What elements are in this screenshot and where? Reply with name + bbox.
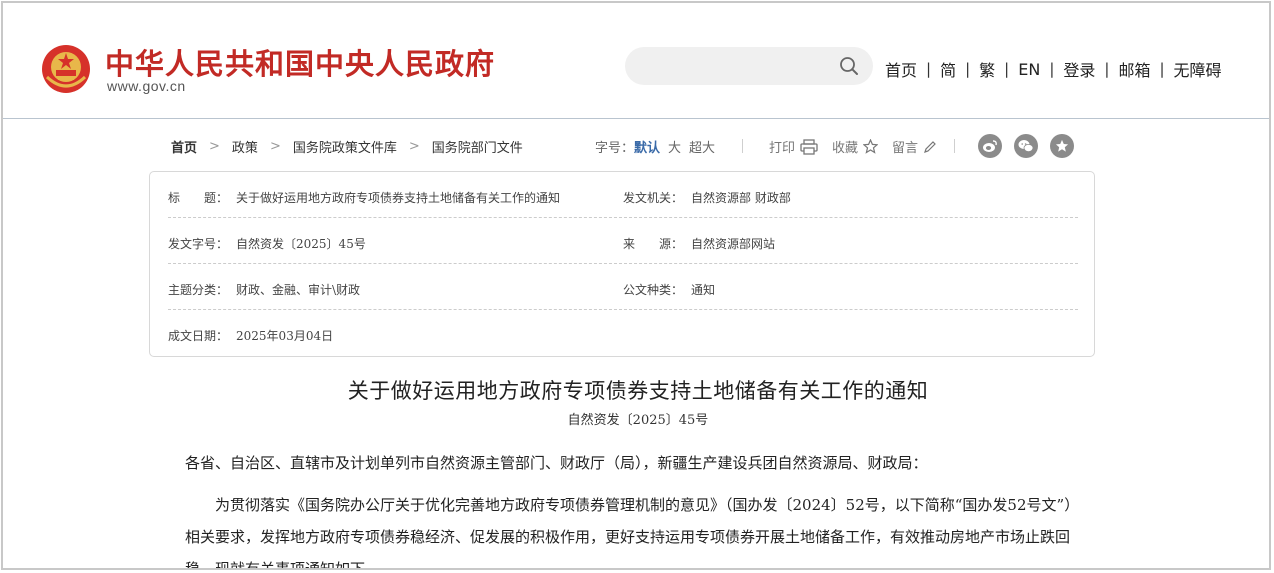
info-docno: 发文字号： 自然资发〔2025〕45号 bbox=[168, 235, 366, 252]
font-size-label: 字号： bbox=[595, 141, 635, 156]
printer-icon bbox=[800, 138, 818, 155]
breadcrumb-department-docs[interactable]: 国务院部门文件 bbox=[432, 137, 523, 156]
font-size-switcher: 字号： 默认 大 超大 bbox=[595, 137, 715, 156]
info-value: 关于做好运用地方政府专项债券支持土地储备有关工作的通知 bbox=[236, 191, 561, 205]
search-icon[interactable] bbox=[839, 56, 859, 76]
national-emblem-icon[interactable] bbox=[41, 43, 91, 95]
breadcrumb-policy-library[interactable]: 国务院政策文件库 bbox=[293, 137, 397, 156]
article-doc-number: 自然资发〔2025〕45号 bbox=[567, 413, 709, 428]
info-label: 来 源： bbox=[623, 237, 684, 251]
info-label: 发文机关： bbox=[623, 191, 684, 205]
nav-separator: | bbox=[1159, 60, 1165, 78]
info-value: 财政、金融、审计\财政 bbox=[236, 283, 361, 297]
search-box[interactable] bbox=[625, 47, 873, 85]
info-label: 成文日期： bbox=[168, 329, 229, 343]
info-value: 自然资源部网站 bbox=[691, 237, 776, 251]
info-row: 发文字号： 自然资发〔2025〕45号 来 源： 自然资源部网站 bbox=[168, 218, 1078, 264]
nav-traditional[interactable]: 繁 bbox=[979, 57, 995, 81]
info-type: 公文种类： 通知 bbox=[623, 281, 715, 298]
wechat-icon bbox=[1018, 140, 1034, 152]
favorites-star-icon bbox=[1055, 139, 1069, 152]
print-button[interactable]: 打印 bbox=[769, 137, 818, 156]
star-outline-icon bbox=[863, 139, 879, 154]
document-info-box: 标 题： 关于做好运用地方政府专项债券支持土地储备有关工作的通知 发文机关： 自然资… bbox=[149, 171, 1095, 357]
info-label: 发文字号： bbox=[168, 237, 229, 251]
article-tools: 打印 收藏 留言 bbox=[769, 137, 951, 156]
nav-separator: | bbox=[926, 60, 932, 78]
comment-button[interactable]: 留言 bbox=[892, 137, 937, 156]
page-frame: 中华人民共和国中央人民政府 www.gov.cn 首页 | 简 | 繁 | EN… bbox=[1, 1, 1271, 570]
info-row: 主题分类： 财政、金融、审计\财政 公文种类： 通知 bbox=[168, 264, 1078, 310]
site-header: 中华人民共和国中央人民政府 www.gov.cn 首页 | 简 | 繁 | EN… bbox=[3, 3, 1269, 119]
nav-separator: | bbox=[1104, 60, 1110, 78]
nav-separator: | bbox=[1049, 60, 1055, 78]
article-title: 关于做好运用地方政府专项债券支持土地储备有关工作的通知 bbox=[347, 379, 929, 403]
chevron-right-icon: > bbox=[408, 139, 420, 154]
info-issuer: 发文机关： 自然资源部 财政部 bbox=[623, 189, 791, 206]
toolbar-divider bbox=[742, 139, 743, 153]
nav-separator: | bbox=[965, 60, 971, 78]
comment-label: 留言 bbox=[892, 141, 919, 156]
weibo-share-button[interactable] bbox=[978, 134, 1002, 158]
toolbar-divider bbox=[954, 139, 955, 153]
chevron-right-icon: > bbox=[209, 139, 220, 154]
chevron-right-icon: > bbox=[269, 139, 281, 154]
nav-separator: | bbox=[1004, 60, 1010, 78]
nav-login[interactable]: 登录 bbox=[1063, 57, 1095, 81]
info-label: 公文种类： bbox=[623, 283, 684, 297]
info-date: 成文日期： 2025年03月04日 bbox=[168, 327, 333, 344]
info-value: 自然资源部 财政部 bbox=[691, 191, 791, 205]
favorite-button[interactable]: 收藏 bbox=[832, 137, 879, 156]
nav-accessibility[interactable]: 无障碍 bbox=[1174, 57, 1222, 81]
breadcrumb-policy[interactable]: 政策 bbox=[232, 137, 258, 156]
nav-mail[interactable]: 邮箱 bbox=[1118, 57, 1150, 81]
nav-english[interactable]: EN bbox=[1018, 60, 1040, 79]
nav-home[interactable]: 首页 bbox=[885, 57, 917, 81]
font-size-default[interactable]: 默认 bbox=[634, 137, 660, 156]
nav-simplified[interactable]: 简 bbox=[940, 57, 956, 81]
weibo-icon bbox=[983, 140, 997, 152]
print-label: 打印 bbox=[769, 141, 796, 156]
font-size-xlarge[interactable]: 超大 bbox=[689, 137, 715, 156]
info-value: 自然资发〔2025〕45号 bbox=[236, 237, 366, 251]
pencil-icon bbox=[924, 140, 936, 153]
info-title: 标 题： 关于做好运用地方政府专项债券支持土地储备有关工作的通知 bbox=[168, 189, 560, 206]
favorites-share-button[interactable] bbox=[1050, 134, 1074, 158]
info-source: 来 源： 自然资源部网站 bbox=[623, 235, 775, 252]
site-url[interactable]: www.gov.cn bbox=[107, 78, 186, 94]
info-label: 标 题： bbox=[168, 191, 229, 205]
wechat-share-button[interactable] bbox=[1014, 134, 1038, 158]
breadcrumb-home[interactable]: 首页 bbox=[171, 137, 197, 156]
article-paragraph: 为贯彻落实《国务院办公厅关于优化完善地方政府专项债券管理机制的意见》（国办发〔2… bbox=[185, 496, 1072, 570]
info-topic: 主题分类： 财政、金融、审计\财政 bbox=[168, 281, 360, 298]
info-label: 主题分类： bbox=[168, 283, 229, 297]
article-salutation: 各省、自治区、直辖市及计划单列市自然资源主管部门、财政厅（局），新疆生产建设兵团… bbox=[185, 454, 928, 472]
info-row: 成文日期： 2025年03月04日 bbox=[168, 310, 1078, 356]
info-row: 标 题： 关于做好运用地方政府专项债券支持土地储备有关工作的通知 发文机关： 自然资… bbox=[168, 172, 1078, 218]
top-nav: 首页 | 简 | 繁 | EN | 登录 | 邮箱 | 无障碍 bbox=[885, 57, 1222, 81]
breadcrumb: 首页 > 政策 > 国务院政策文件库 > 国务院部门文件 bbox=[171, 137, 523, 156]
info-value: 2025年03月04日 bbox=[236, 329, 334, 343]
font-size-large[interactable]: 大 bbox=[668, 137, 681, 156]
info-value: 通知 bbox=[691, 283, 716, 297]
site-title[interactable]: 中华人民共和国中央人民政府 bbox=[105, 41, 495, 83]
favorite-label: 收藏 bbox=[832, 141, 859, 156]
search-input[interactable] bbox=[641, 55, 831, 77]
